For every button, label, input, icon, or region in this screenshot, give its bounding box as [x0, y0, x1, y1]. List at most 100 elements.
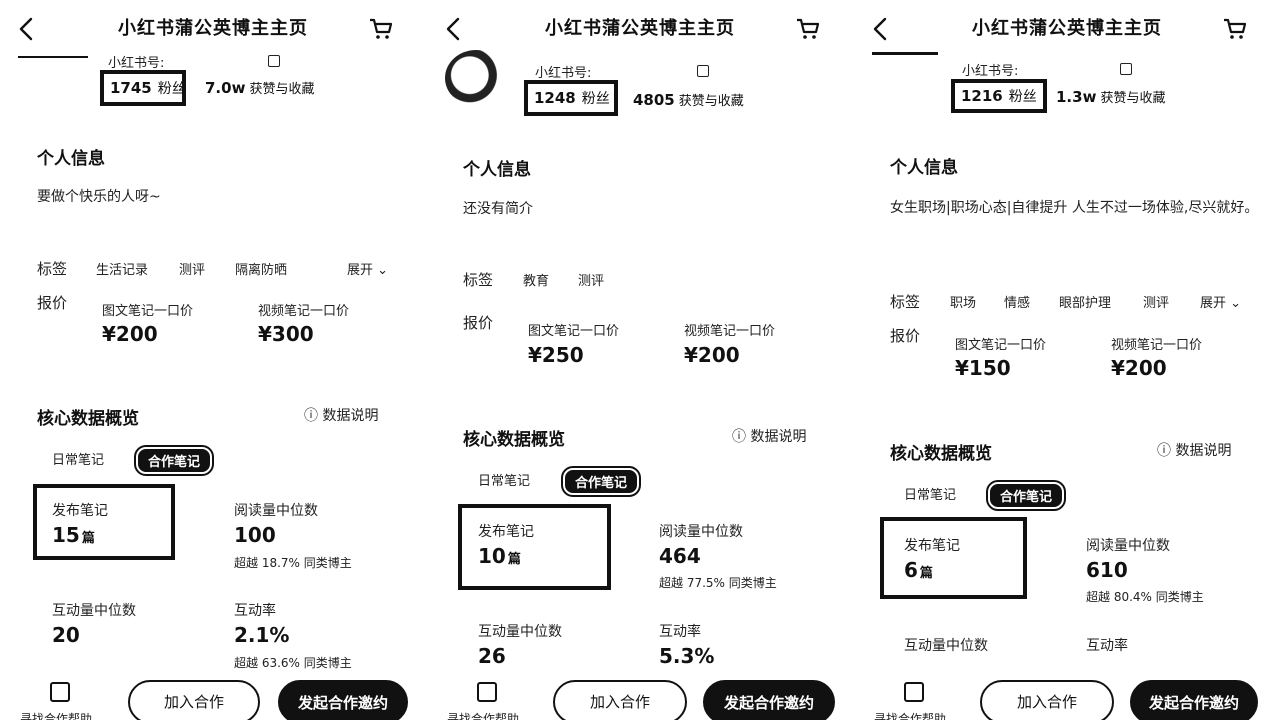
- interact-rate-value: 5.3%: [659, 644, 715, 668]
- copy-icon[interactable]: [1120, 63, 1132, 75]
- profile-panel-1: 小红书蒲公英博主主页 小红书号: 1745 粉丝 7.0w 获赞与收藏 个人信息 …: [0, 0, 426, 720]
- published-notes-label: 发布笔记: [904, 538, 960, 554]
- likes-count: 1.3w: [1056, 88, 1097, 106]
- help-text[interactable]: 寻找合作帮助: [874, 710, 946, 720]
- cart-icon[interactable]: [795, 16, 821, 42]
- help-text[interactable]: 寻找合作帮助: [447, 710, 519, 720]
- video-note-price-label: 视频笔记一口价: [258, 304, 350, 319]
- read-median-label: 阅读量中位数: [234, 503, 318, 519]
- join-coop-button[interactable]: 加入合作: [553, 680, 687, 720]
- image-note-price: ¥150: [955, 356, 1011, 380]
- avatar: [872, 52, 938, 60]
- interact-rate-value: 2.1%: [234, 623, 290, 647]
- video-note-price: ¥300: [258, 322, 314, 346]
- fans-label: 粉丝: [157, 81, 186, 97]
- copy-icon[interactable]: [697, 65, 709, 77]
- fans-count-box: 1216 粉丝: [951, 79, 1047, 113]
- invite-coop-button[interactable]: 发起合作邀约: [278, 680, 408, 720]
- interact-median-label: 互动量中位数: [52, 603, 136, 619]
- copy-icon[interactable]: [268, 55, 280, 67]
- tag-item: 隔离防晒: [235, 263, 288, 278]
- read-median-beat: 超越 77.5% 同类博主: [659, 576, 777, 590]
- bio-text: 还没有简介: [463, 201, 533, 217]
- join-coop-button[interactable]: 加入合作: [128, 680, 260, 720]
- edit-help-icon[interactable]: [477, 682, 497, 702]
- read-median-beat: 超越 18.7% 同类博主: [234, 556, 352, 570]
- section-personal-info: 个人信息: [890, 158, 958, 178]
- tags-label: 标签: [463, 271, 494, 289]
- avatar: [18, 56, 88, 62]
- expand-tags-button[interactable]: 展开 ⌄: [1200, 292, 1241, 311]
- section-personal-info: 个人信息: [37, 149, 105, 169]
- bottom-action-bar: 寻找合作帮助 加入合作 发起合作邀约: [427, 670, 853, 720]
- tab-coop-notes[interactable]: 合作笔记: [985, 480, 1067, 511]
- video-note-price-label: 视频笔记一口价: [684, 324, 776, 339]
- image-note-price: ¥200: [102, 322, 158, 346]
- tag-item: 生活记录: [96, 263, 149, 278]
- data-help-link[interactable]: ⓘ 数据说明: [1157, 440, 1231, 460]
- read-median-label: 阅读量中位数: [1086, 538, 1170, 554]
- bio-text: 要做个快乐的人呀~: [37, 189, 161, 205]
- tab-coop-notes[interactable]: 合作笔记: [133, 445, 215, 476]
- cart-icon[interactable]: [368, 16, 394, 42]
- cart-icon[interactable]: [1222, 16, 1248, 42]
- edit-help-icon[interactable]: [50, 682, 70, 702]
- published-notes-value: 6篇: [904, 558, 933, 582]
- core-data-title: 核心数据概览: [37, 409, 139, 429]
- interact-rate-label: 互动率: [1086, 638, 1128, 654]
- price-label: 报价: [463, 314, 494, 332]
- video-note-price: ¥200: [1111, 356, 1167, 380]
- tags-label: 标签: [890, 293, 921, 311]
- tag-item: 测评: [179, 263, 206, 278]
- likes-collects: 4805 获赞与收藏: [633, 90, 744, 109]
- profile-panel-3: 小红书蒲公英博主主页 小红书号: 1216 粉丝 1.3w 获赞与收藏 个人信息 …: [854, 0, 1280, 720]
- data-help-link[interactable]: ⓘ 数据说明: [304, 405, 378, 425]
- bottom-action-bar: 寻找合作帮助 加入合作 发起合作邀约: [0, 670, 426, 720]
- section-personal-info: 个人信息: [463, 160, 531, 180]
- read-median-label: 阅读量中位数: [659, 524, 743, 540]
- fans-label: 粉丝: [1008, 89, 1037, 105]
- fans-count: 1745: [110, 79, 152, 97]
- video-note-price: ¥200: [684, 343, 740, 367]
- question-circle-icon: ⓘ: [1157, 443, 1171, 459]
- edit-help-icon[interactable]: [904, 682, 924, 702]
- question-circle-icon: ⓘ: [732, 429, 746, 445]
- published-notes-box: [880, 517, 1027, 599]
- expand-tags-button[interactable]: 展开 ⌄: [347, 259, 388, 278]
- published-notes-value: 10 篇: [478, 544, 521, 568]
- price-label: 报价: [890, 327, 921, 345]
- read-median-value: 100: [234, 523, 276, 547]
- join-coop-button[interactable]: 加入合作: [980, 680, 1114, 720]
- fans-count-box: 1248 粉丝: [524, 80, 618, 116]
- bio-text: 女生职场|职场心态|自律提升 人生不过一场体验,尽兴就好。: [890, 200, 1259, 216]
- published-notes-label: 发布笔记: [52, 503, 108, 519]
- read-median-value: 464: [659, 544, 701, 568]
- data-help-link[interactable]: ⓘ 数据说明: [732, 426, 806, 446]
- page-title: 小红书蒲公英博主主页: [545, 18, 735, 39]
- invite-coop-button[interactable]: 发起合作邀约: [1130, 680, 1258, 720]
- bottom-action-bar: 寻找合作帮助 加入合作 发起合作邀约: [854, 670, 1280, 720]
- interact-rate-beat: 超越 63.6% 同类博主: [234, 656, 352, 670]
- invite-coop-button[interactable]: 发起合作邀约: [703, 680, 835, 720]
- tab-coop-notes[interactable]: 合作笔记: [560, 466, 642, 497]
- tab-daily-notes[interactable]: 日常笔记: [904, 484, 956, 503]
- help-text[interactable]: 寻找合作帮助: [20, 710, 92, 720]
- interact-median-label: 互动量中位数: [478, 624, 562, 640]
- fans-label: 粉丝: [581, 91, 610, 107]
- tab-daily-notes[interactable]: 日常笔记: [52, 449, 104, 468]
- image-note-price-label: 图文笔记一口价: [528, 324, 620, 339]
- core-data-title: 核心数据概览: [890, 444, 992, 464]
- chevron-down-icon: ⌄: [1230, 296, 1242, 311]
- fans-count: 1216: [961, 87, 1003, 105]
- core-data-title: 核心数据概览: [463, 430, 565, 450]
- fans-count-box: 1745 粉丝: [100, 70, 186, 106]
- profile-panel-2: 小红书蒲公英博主主页 小红书号: 1248 粉丝 4805 获赞与收藏 个人信息 …: [427, 0, 853, 720]
- tag-item: 职场: [950, 296, 977, 311]
- interact-median-value: 20: [52, 623, 80, 647]
- page-title: 小红书蒲公英博主主页: [972, 18, 1162, 39]
- published-notes-box: [33, 484, 175, 560]
- tag-item: 测评: [578, 274, 605, 289]
- tab-daily-notes[interactable]: 日常笔记: [478, 470, 530, 489]
- image-note-price: ¥250: [528, 343, 584, 367]
- fans-count: 1248: [534, 89, 576, 107]
